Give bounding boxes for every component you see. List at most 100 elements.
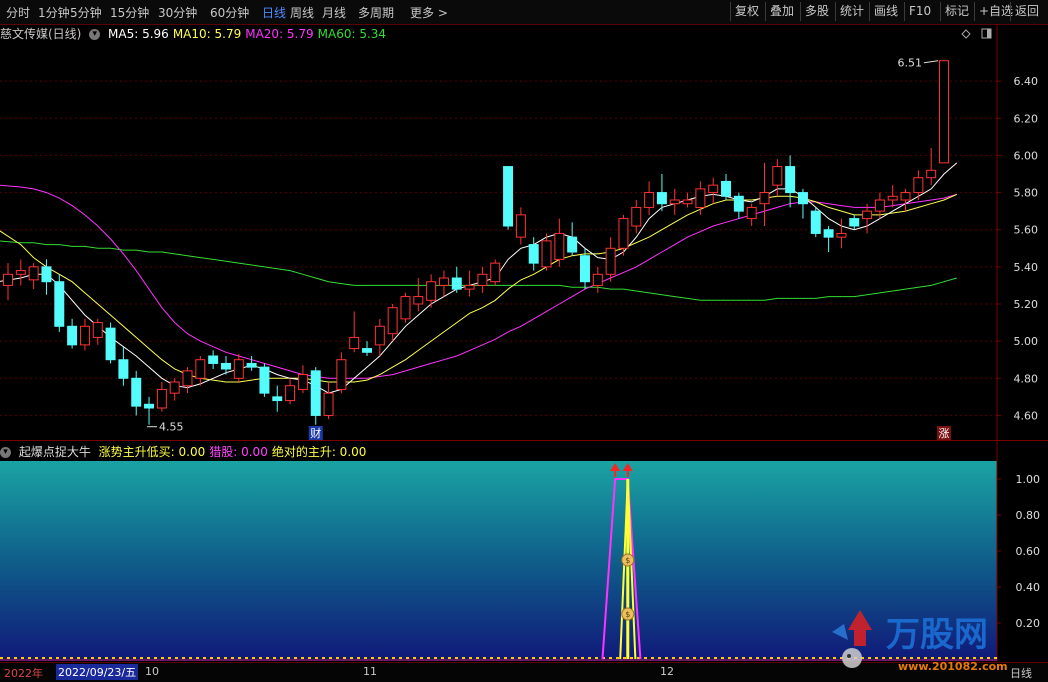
candle	[887, 185, 898, 208]
period-tab-4[interactable]: 30分钟	[158, 4, 197, 21]
candle	[746, 203, 757, 226]
candle	[900, 188, 911, 212]
candle-body	[785, 166, 796, 194]
y-tick-label: 5.80	[1014, 187, 1039, 200]
candle-body	[503, 166, 514, 227]
candle	[67, 318, 78, 349]
candle-body	[3, 273, 13, 286]
candle-body	[220, 362, 231, 370]
candle-body	[695, 188, 706, 208]
candle	[362, 341, 373, 356]
candle	[374, 318, 385, 356]
indicator-tick-label: 0.60	[1016, 545, 1041, 558]
toolbar-button-8[interactable]: 返回	[1010, 2, 1043, 21]
candle-body	[900, 192, 911, 201]
candle	[836, 218, 847, 249]
candle	[926, 148, 937, 186]
candle	[169, 378, 180, 401]
toolbar-button-6[interactable]: 标记	[940, 2, 973, 21]
candle-body	[387, 307, 398, 335]
indicator-legend-0: 涨势主升低买: 0.00	[98, 445, 206, 459]
candle-body	[464, 284, 475, 290]
candle	[79, 318, 90, 351]
candle	[3, 263, 13, 301]
indicator-chart[interactable]: 0.20 0.40 0.60 0.80 1.00 $ $	[0, 441, 1048, 662]
toolbar-button-4[interactable]: 画线	[869, 2, 902, 21]
date-axis-bar: 2022年 2022/09/23/五 10 11 12 日线	[0, 662, 1048, 682]
candle	[464, 270, 475, 297]
period-tab-2[interactable]: 5分钟	[70, 4, 102, 21]
candle	[156, 382, 167, 412]
period-tab-1[interactable]: 1分钟	[38, 4, 70, 21]
candle	[438, 270, 449, 297]
candle	[144, 396, 155, 425]
price-chart[interactable]: 4.60 4.80 5.00 5.20 5.40 5.60 5.80 6.00 6.20 6.40…	[0, 24, 1048, 441]
candle-body	[208, 355, 219, 364]
period-toolbar: 分时 1分钟 5分钟 15分钟 30分钟 60分钟 日线 周线 月线 多周期 更多 > 复权 叠加 多股…	[0, 0, 1048, 25]
indicator-collapse-icon[interactable]: ▾	[0, 447, 11, 458]
candle-body	[515, 214, 526, 238]
month-label-10: 10	[145, 665, 159, 678]
candle-body	[195, 359, 206, 379]
ma-label-2: MA20: 5.79	[245, 27, 314, 41]
candle-body	[810, 210, 821, 234]
candle-body	[272, 396, 283, 402]
ma60-line	[0, 240, 957, 301]
candle-body	[131, 377, 142, 407]
candle-body	[554, 232, 565, 260]
candle-body	[92, 322, 103, 338]
toolbar-button-0[interactable]: 复权	[730, 2, 763, 21]
limit-up-marker[interactable]: 涨	[939, 427, 950, 440]
high-arrow	[923, 60, 939, 64]
candle-body	[336, 359, 347, 390]
candle-body	[362, 348, 373, 353]
indicator-tick-label: 0.20	[1016, 617, 1041, 630]
candle	[400, 292, 411, 323]
candle	[118, 346, 129, 386]
year-label: 2022年	[4, 667, 43, 680]
toolbar-button-3[interactable]: 统计	[835, 2, 868, 21]
candle-body	[823, 229, 834, 238]
period-tab-0[interactable]: 分时	[6, 4, 30, 21]
candle-body	[939, 60, 949, 164]
stock-name: 慈文传媒(日线)	[0, 27, 82, 41]
period-tab-3[interactable]: 15分钟	[110, 4, 149, 21]
candle-body	[323, 392, 334, 416]
candle-body	[926, 169, 937, 179]
toolbar-button-2[interactable]: 多股	[800, 2, 833, 21]
collapse-icon[interactable]: ▾	[89, 29, 101, 40]
ma-info-bar: 慈文传媒(日线) ▾ MA5: 5.96 MA10: 5.79 MA20: 5.79…	[0, 25, 990, 41]
candle	[644, 181, 655, 215]
indicator-title: 起爆点捉大牛	[18, 445, 91, 459]
y-tick-label: 5.20	[1014, 298, 1039, 311]
candle-body	[913, 177, 924, 194]
candle	[413, 278, 424, 312]
candle	[246, 356, 257, 371]
candle-body	[708, 184, 719, 194]
y-tick-label: 6.00	[1014, 149, 1039, 162]
candle	[797, 188, 808, 219]
candle	[656, 174, 667, 212]
money-bag-icon: $	[621, 553, 635, 567]
candle-body	[849, 218, 860, 227]
candle-body	[721, 180, 732, 197]
period-tab-10[interactable]: 更多 >	[410, 4, 448, 21]
period-tab-9[interactable]: 多周期	[358, 4, 394, 21]
period-tab-8[interactable]: 月线	[322, 4, 346, 21]
candle-body	[413, 296, 424, 305]
candle-body	[310, 370, 321, 416]
candle-body	[887, 195, 898, 201]
toolbar-button-5[interactable]: F10	[904, 2, 935, 21]
period-tab-7[interactable]: 周线	[290, 4, 314, 21]
candle-body	[528, 244, 539, 264]
toolbar-button-1[interactable]: 叠加	[765, 2, 798, 21]
candle-body	[233, 359, 244, 379]
y-tick-label: 6.20	[1014, 112, 1039, 125]
candle-body	[374, 325, 385, 346]
period-tab-5[interactable]: 60分钟	[210, 4, 249, 21]
candle-body	[759, 192, 770, 205]
finance-marker[interactable]: 财	[310, 426, 321, 440]
candle-body	[182, 370, 193, 387]
period-tab-6[interactable]: 日线	[262, 4, 286, 21]
candle-body	[541, 240, 552, 268]
